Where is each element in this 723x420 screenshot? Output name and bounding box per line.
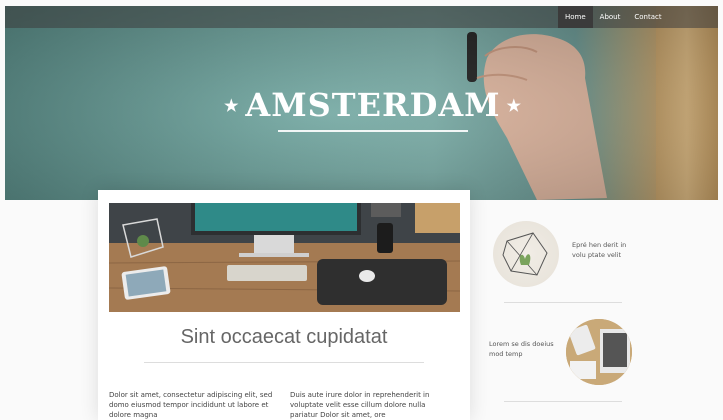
nav-contact[interactable]: Contact [627, 6, 668, 28]
hero-title-block: ★ AMSTERDAM ★ [224, 86, 521, 132]
hero-banner: Home About Contact ★ AMSTERDAM ★ [5, 6, 718, 200]
terrarium-icon [502, 232, 548, 276]
sidebar-text-1: Epré hen derit in volu ptate velit [572, 241, 627, 259]
top-nav: Home About Contact [5, 6, 718, 28]
hero-title-text: AMSTERDAM [245, 86, 501, 124]
sidebar-image-laptop[interactable] [566, 319, 632, 385]
nav-home[interactable]: Home [558, 6, 593, 28]
heading-divider [144, 362, 424, 363]
star-icon: ★ [224, 95, 240, 115]
nav-about[interactable]: About [593, 6, 628, 28]
desk-illustration [109, 203, 460, 312]
sidebar-divider [504, 302, 622, 303]
article-column-2: Duis aute irure dolor in reprehenderit i… [290, 391, 430, 419]
sidebar-text-2: Lorem se dis doeius mod temp [489, 340, 554, 358]
star-icon: ★ [506, 95, 522, 115]
title-underline [278, 130, 468, 132]
article-heading: Sint occaecat cupidatat [180, 326, 388, 348]
sidebar-image-terrarium[interactable] [493, 221, 559, 287]
hero-title: ★ AMSTERDAM ★ [224, 86, 521, 124]
laptop-icon [566, 319, 632, 385]
nav-links: Home About Contact [558, 6, 669, 28]
article-column-1: Dolor sit amet, consectetur adipiscing e… [109, 391, 273, 419]
desk-photo [109, 203, 460, 312]
article-card: Sint occaecat cupidatat Dolor sit amet, … [98, 190, 470, 420]
sidebar-divider [504, 401, 622, 402]
